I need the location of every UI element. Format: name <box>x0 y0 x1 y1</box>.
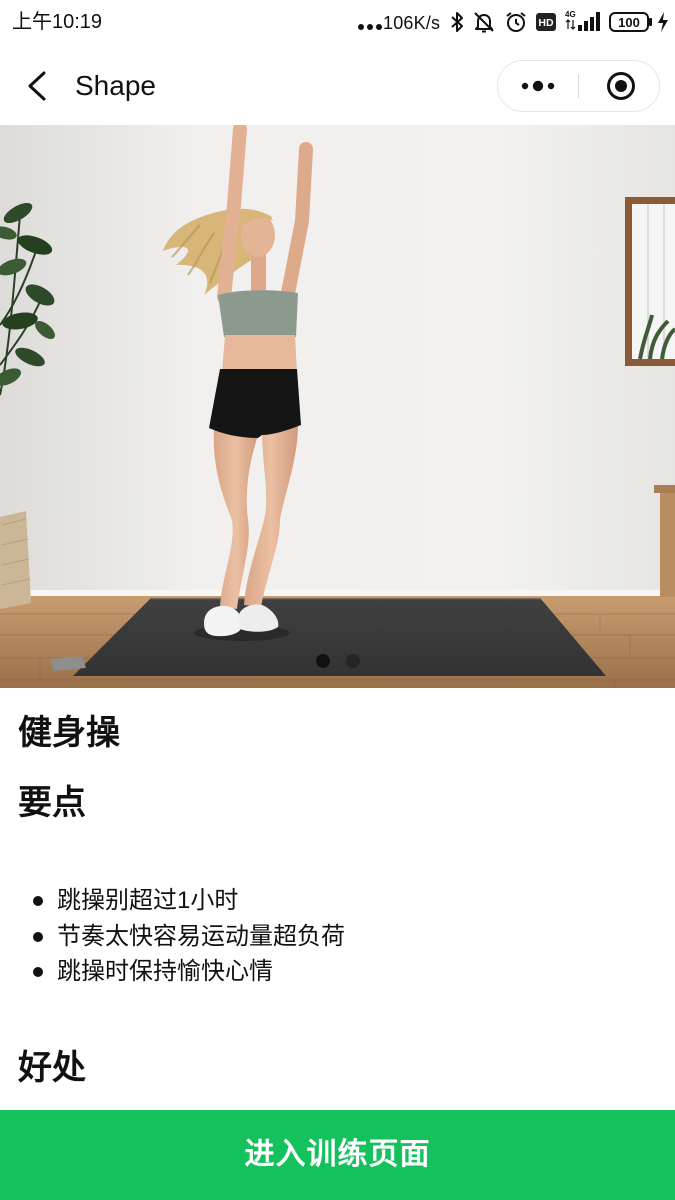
key-points-list: 跳操别超过1小时 节奏太快容易运动量超负荷 跳操时保持愉快心情 <box>0 883 675 990</box>
key-points-heading: 要点 <box>18 784 86 822</box>
wall-mirror <box>625 197 675 366</box>
close-button[interactable] <box>598 69 644 103</box>
network-speed: 106K/s <box>383 13 441 33</box>
carousel-dot[interactable] <box>345 654 360 668</box>
list-item: 跳操时保持愉快心情 <box>0 954 675 990</box>
network-type-label: 4G <box>565 10 576 19</box>
bullet-icon <box>33 931 43 942</box>
exercise-image-carousel[interactable] <box>0 125 675 688</box>
back-button[interactable] <box>18 66 58 106</box>
battery-icon: 100 <box>609 12 652 32</box>
status-bar: 上午10:19 106K/s HD 4G 100 <box>0 0 675 46</box>
alarm-icon <box>506 12 526 32</box>
carousel-indicators <box>0 654 675 668</box>
target-circle-icon <box>607 72 635 100</box>
benefits-heading: 好处 <box>18 1049 86 1087</box>
hd-label: HD <box>538 17 554 29</box>
signal-icon: 4G <box>565 10 600 31</box>
list-item-text: 节奏太快容易运动量超负荷 <box>57 922 345 950</box>
list-item: 跳操别超过1小时 <box>0 883 675 919</box>
bell-off-icon <box>474 12 494 33</box>
enter-training-button[interactable]: 进入训练页面 <box>0 1110 675 1200</box>
mini-program-capsule <box>497 60 660 112</box>
exercise-title: 健身操 <box>18 714 120 752</box>
carousel-dot-active[interactable] <box>315 654 330 668</box>
more-menu-button[interactable] <box>512 69 564 103</box>
exercise-photo <box>0 125 675 688</box>
capsule-divider <box>578 74 579 98</box>
charging-icon <box>658 12 668 32</box>
more-notifications-icon <box>358 24 382 30</box>
chevron-left-icon <box>28 71 46 101</box>
status-time: 上午10:19 <box>12 11 103 33</box>
list-item-text: 跳操时保持愉快心情 <box>57 958 273 985</box>
bullet-icon <box>33 967 43 977</box>
list-item-text: 跳操别超过1小时 <box>57 887 239 914</box>
navigation-bar: Shape <box>0 46 675 125</box>
hd-icon: HD <box>536 13 556 31</box>
battery-level: 100 <box>618 15 640 30</box>
more-dots-icon <box>521 80 555 92</box>
bullet-icon <box>33 896 43 906</box>
wall <box>0 125 675 595</box>
bluetooth-icon <box>451 12 463 32</box>
page-title: Shape <box>75 70 156 101</box>
list-item: 节奏太快容易运动量超负荷 <box>0 919 675 955</box>
phone-screen: 上午10:19 106K/s HD 4G 100 Shape 健身操 要点 跳操… <box>0 0 675 1200</box>
